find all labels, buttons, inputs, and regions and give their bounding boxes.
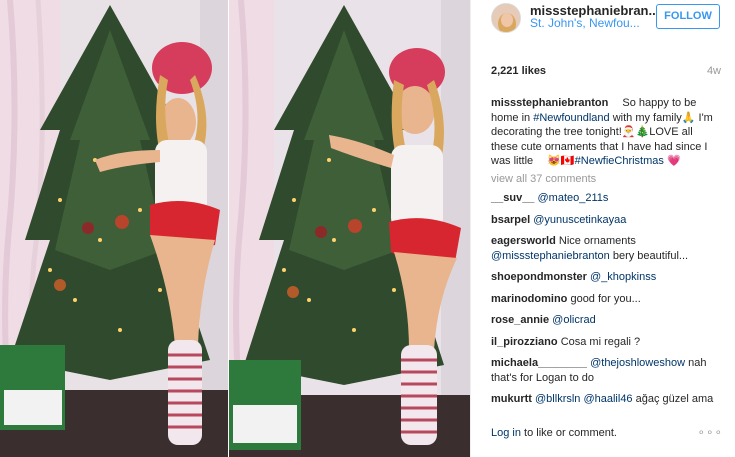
- post-time[interactable]: 4w: [707, 65, 721, 77]
- post-sidebar: missstephaniebran... St. John's, Newfou.…: [470, 0, 735, 457]
- comment-mention[interactable]: @olicrad: [552, 314, 596, 326]
- comment-username[interactable]: marinodomino: [491, 293, 567, 305]
- caption-username[interactable]: missstephaniebranton: [491, 97, 608, 109]
- caption-text-3: 💗: [663, 155, 681, 167]
- view-all-comments-link[interactable]: view all 37 comments: [491, 172, 721, 187]
- comments-list: missstephaniebranton So happy to be home…: [491, 96, 721, 414]
- follow-button[interactable]: FOLLOW: [656, 4, 720, 29]
- comment-item: michaela________ @thejoshloweshow nah th…: [491, 356, 721, 385]
- comment-item: rose_annie @olicrad: [491, 313, 721, 328]
- comment-text: ağaç güzel ama: [632, 393, 714, 405]
- comment-item: shoepondmonster @_khopkinss: [491, 270, 721, 285]
- comment-text: good for you...: [570, 292, 641, 305]
- login-prompt: Log in to like or comment. ∘∘∘: [491, 425, 723, 441]
- comment-item: mukurtt @bllkrsln @haalil46 ağaç güzel a…: [491, 392, 721, 407]
- comment-text: bery beautiful...: [609, 249, 689, 262]
- comment-mention[interactable]: @mateo_211s: [538, 192, 609, 204]
- comment-username[interactable]: bsarpel: [491, 214, 530, 226]
- comment-mention[interactable]: @yunuscetinkayaa: [533, 214, 626, 226]
- comment-username[interactable]: __suv__: [491, 192, 534, 204]
- login-text: to like or comment.: [520, 427, 617, 439]
- comment-username[interactable]: michaela________: [491, 357, 587, 369]
- comment-item: eagersworld Nice ornaments @missstephanie…: [491, 234, 721, 263]
- comment-item: bsarpel @yunuscetinkayaa: [491, 213, 721, 228]
- comment-username[interactable]: mukurtt: [491, 393, 532, 405]
- comment-mention[interactable]: @thejoshloweshow: [590, 357, 685, 369]
- comment-item: il_pirozziano Cosa mi regali ?: [491, 335, 721, 350]
- comment-item: marinodomino good for you...: [491, 292, 721, 307]
- comment-username[interactable]: rose_annie: [491, 314, 549, 326]
- post-header: missstephaniebran... St. John's, Newfou.…: [471, 0, 735, 40]
- comment-mention[interactable]: @missstephaniebranton: [491, 250, 610, 262]
- comment-text: Nice ornaments: [558, 235, 636, 247]
- comment-mention[interactable]: @_khopkinss: [590, 271, 656, 283]
- likes-row: 2,221 likes 4w: [491, 65, 721, 79]
- login-link[interactable]: Log in: [491, 427, 521, 439]
- post-photo[interactable]: [0, 0, 470, 457]
- comment-item: __suv__ @mateo_211s: [491, 191, 721, 206]
- location-link[interactable]: St. John's, Newfou...: [530, 16, 640, 30]
- comment-text: Cosa mi regali ?: [560, 335, 641, 348]
- comment-username[interactable]: eagersworld: [491, 235, 556, 247]
- hashtag-link[interactable]: #Newfoundland: [533, 112, 609, 124]
- likes-count[interactable]: 2,221 likes: [491, 65, 546, 77]
- post-caption: missstephaniebranton So happy to be home…: [491, 96, 721, 169]
- avatar[interactable]: [491, 3, 521, 33]
- comment-username[interactable]: il_pirozziano: [491, 336, 558, 348]
- more-options-icon[interactable]: ∘∘∘: [697, 425, 723, 439]
- photo-panel-right: [229, 0, 470, 457]
- photo-panel-left: [0, 0, 228, 457]
- comment-mention[interactable]: @bllkrsln @haalil46: [535, 393, 633, 405]
- comment-username[interactable]: shoepondmonster: [491, 271, 587, 283]
- hashtag-link[interactable]: #NewfieChristmas: [575, 155, 664, 167]
